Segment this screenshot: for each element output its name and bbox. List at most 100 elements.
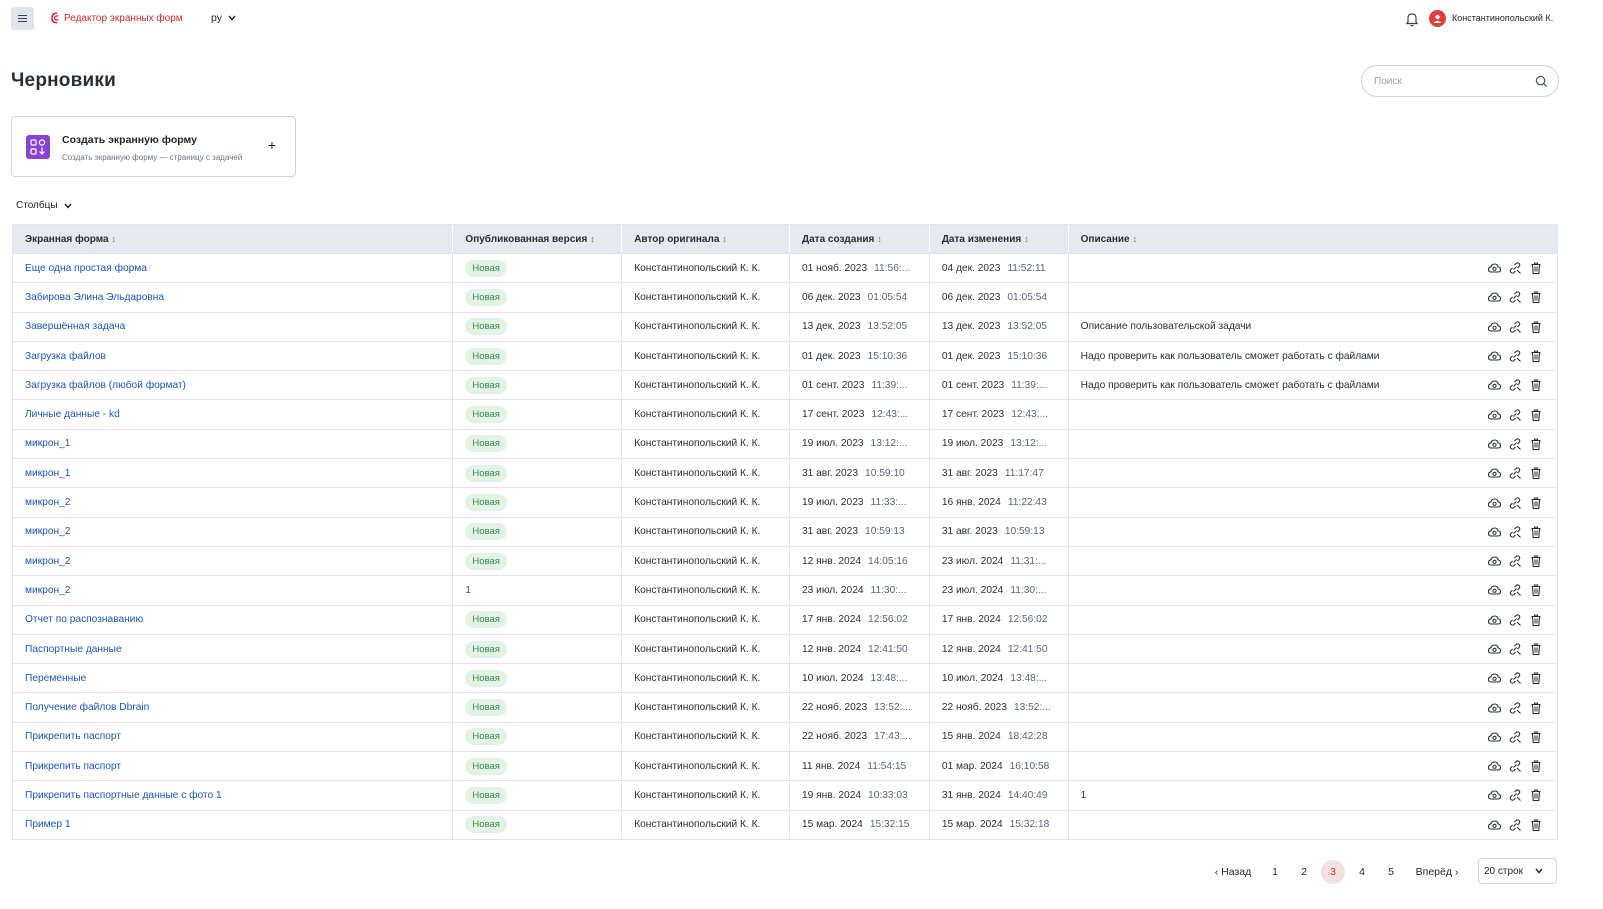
next-page-button[interactable]: Вперёд › bbox=[1412, 866, 1462, 878]
menu-button[interactable] bbox=[11, 7, 34, 30]
sort-icon[interactable]: ↕ bbox=[877, 234, 882, 244]
copy-link-icon[interactable] bbox=[1508, 671, 1522, 685]
app-brand[interactable]: Редактор экранных форм bbox=[49, 12, 183, 24]
trash-icon[interactable] bbox=[1529, 554, 1543, 568]
copy-link-icon[interactable] bbox=[1508, 496, 1522, 510]
form-name-link[interactable]: Забирова Элина Эльдаровна bbox=[25, 292, 164, 303]
publish-cloud-icon[interactable] bbox=[1487, 583, 1501, 597]
copy-link-icon[interactable] bbox=[1508, 320, 1522, 334]
language-select[interactable]: ру bbox=[211, 12, 236, 24]
copy-link-icon[interactable] bbox=[1508, 759, 1522, 773]
publish-cloud-icon[interactable] bbox=[1487, 642, 1501, 656]
page-2[interactable]: 2 bbox=[1292, 860, 1316, 884]
form-name-link[interactable]: Отчет по распознаванию bbox=[25, 614, 143, 625]
copy-link-icon[interactable] bbox=[1508, 466, 1522, 480]
copy-link-icon[interactable] bbox=[1508, 408, 1522, 422]
publish-cloud-icon[interactable] bbox=[1487, 437, 1501, 451]
trash-icon[interactable] bbox=[1529, 290, 1543, 304]
copy-link-icon[interactable] bbox=[1508, 525, 1522, 539]
search-icon[interactable] bbox=[1535, 75, 1548, 88]
column-header-form[interactable]: Экранная форма ↕ bbox=[13, 225, 454, 253]
page-4[interactable]: 4 bbox=[1350, 860, 1374, 884]
column-header-author[interactable]: Автор оригинала ↕ bbox=[622, 225, 790, 253]
form-name-link[interactable]: микрон_2 bbox=[25, 497, 70, 508]
rows-per-page-select[interactable]: 20 строк bbox=[1478, 858, 1557, 884]
sort-icon[interactable]: ↕ bbox=[1133, 234, 1138, 244]
sort-icon[interactable]: ↕ bbox=[1024, 234, 1029, 244]
trash-icon[interactable] bbox=[1529, 818, 1543, 832]
user-name[interactable]: Константинопольский К. bbox=[1452, 13, 1553, 23]
trash-icon[interactable] bbox=[1529, 261, 1543, 275]
publish-cloud-icon[interactable] bbox=[1487, 818, 1501, 832]
trash-icon[interactable] bbox=[1529, 349, 1543, 363]
publish-cloud-icon[interactable] bbox=[1487, 730, 1501, 744]
form-name-link[interactable]: микрон_2 bbox=[25, 556, 70, 567]
publish-cloud-icon[interactable] bbox=[1487, 378, 1501, 392]
copy-link-icon[interactable] bbox=[1508, 613, 1522, 627]
form-name-link[interactable]: микрон_2 bbox=[25, 526, 70, 537]
trash-icon[interactable] bbox=[1529, 788, 1543, 802]
trash-icon[interactable] bbox=[1529, 525, 1543, 539]
form-name-link[interactable]: Завершённая задача bbox=[25, 321, 125, 332]
form-name-link[interactable]: Еще одна простая форма bbox=[25, 263, 147, 274]
sort-icon[interactable]: ↕ bbox=[590, 234, 595, 244]
publish-cloud-icon[interactable] bbox=[1487, 320, 1501, 334]
avatar[interactable] bbox=[1429, 10, 1446, 27]
copy-link-icon[interactable] bbox=[1508, 788, 1522, 802]
form-name-link[interactable]: Паспортные данные bbox=[25, 644, 122, 655]
trash-icon[interactable] bbox=[1529, 378, 1543, 392]
copy-link-icon[interactable] bbox=[1508, 701, 1522, 715]
version-link[interactable]: 1 bbox=[465, 585, 471, 596]
form-name-link[interactable]: Переменные bbox=[25, 673, 86, 684]
publish-cloud-icon[interactable] bbox=[1487, 701, 1501, 715]
trash-icon[interactable] bbox=[1529, 496, 1543, 510]
columns-toggle[interactable]: Столбцы bbox=[16, 200, 72, 211]
prev-page-button[interactable]: ‹ Назад bbox=[1208, 866, 1258, 878]
copy-link-icon[interactable] bbox=[1508, 349, 1522, 363]
trash-icon[interactable] bbox=[1529, 701, 1543, 715]
copy-link-icon[interactable] bbox=[1508, 554, 1522, 568]
search-input[interactable] bbox=[1374, 75, 1535, 87]
publish-cloud-icon[interactable] bbox=[1487, 525, 1501, 539]
publish-cloud-icon[interactable] bbox=[1487, 408, 1501, 422]
copy-link-icon[interactable] bbox=[1508, 642, 1522, 656]
trash-icon[interactable] bbox=[1529, 759, 1543, 773]
form-name-link[interactable]: Загрузка файлов (любой формат) bbox=[25, 380, 186, 391]
form-name-link[interactable]: микрон_2 bbox=[25, 585, 70, 596]
copy-link-icon[interactable] bbox=[1508, 818, 1522, 832]
trash-icon[interactable] bbox=[1529, 583, 1543, 597]
sort-icon[interactable]: ↕ bbox=[722, 234, 727, 244]
trash-icon[interactable] bbox=[1529, 730, 1543, 744]
copy-link-icon[interactable] bbox=[1508, 437, 1522, 451]
notification-bell-icon[interactable] bbox=[1404, 11, 1420, 27]
publish-cloud-icon[interactable] bbox=[1487, 759, 1501, 773]
form-name-link[interactable]: микрон_1 bbox=[25, 438, 70, 449]
publish-cloud-icon[interactable] bbox=[1487, 349, 1501, 363]
trash-icon[interactable] bbox=[1529, 671, 1543, 685]
create-form-card[interactable]: Создать экранную форму Создать экранную … bbox=[11, 116, 296, 177]
copy-link-icon[interactable] bbox=[1508, 730, 1522, 744]
trash-icon[interactable] bbox=[1529, 642, 1543, 656]
column-header-description[interactable]: Описание ↕ bbox=[1069, 225, 1557, 253]
publish-cloud-icon[interactable] bbox=[1487, 466, 1501, 480]
copy-link-icon[interactable] bbox=[1508, 378, 1522, 392]
search-box[interactable] bbox=[1361, 65, 1559, 97]
form-name-link[interactable]: Прикрепить паспортные данные с фото 1 bbox=[25, 790, 222, 801]
publish-cloud-icon[interactable] bbox=[1487, 496, 1501, 510]
publish-cloud-icon[interactable] bbox=[1487, 261, 1501, 275]
form-name-link[interactable]: Загрузка файлов bbox=[25, 351, 106, 362]
column-header-created[interactable]: Дата создания ↕ bbox=[790, 225, 930, 253]
trash-icon[interactable] bbox=[1529, 466, 1543, 480]
publish-cloud-icon[interactable] bbox=[1487, 613, 1501, 627]
copy-link-icon[interactable] bbox=[1508, 583, 1522, 597]
trash-icon[interactable] bbox=[1529, 437, 1543, 451]
trash-icon[interactable] bbox=[1529, 320, 1543, 334]
publish-cloud-icon[interactable] bbox=[1487, 554, 1501, 568]
page-5[interactable]: 5 bbox=[1379, 860, 1403, 884]
form-name-link[interactable]: Пример 1 bbox=[25, 819, 71, 830]
publish-cloud-icon[interactable] bbox=[1487, 290, 1501, 304]
form-name-link[interactable]: Прикрепить паспорт bbox=[25, 761, 121, 772]
trash-icon[interactable] bbox=[1529, 408, 1543, 422]
form-name-link[interactable]: Прикрепить паспорт bbox=[25, 731, 121, 742]
form-name-link[interactable]: микрон_1 bbox=[25, 468, 70, 479]
